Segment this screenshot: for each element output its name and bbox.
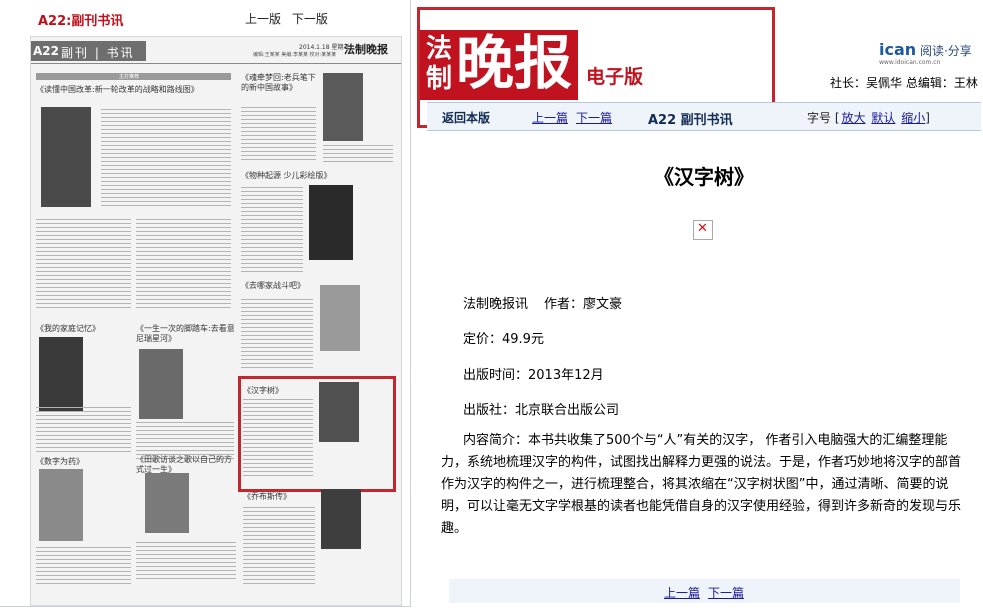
article-area-biology[interactable]: 《物种起源 少儿彩绘版》 xyxy=(241,171,351,181)
text-block xyxy=(241,299,313,369)
column-header: 主打推荐 xyxy=(119,74,140,80)
book-cover xyxy=(320,285,360,351)
text-block xyxy=(136,219,231,309)
paper-rule xyxy=(31,63,401,64)
text-block xyxy=(243,507,315,587)
article-navbar: 返回本版 上一篇 下一篇 A22 副刊书讯 字号 [放大 默认 缩小] xyxy=(427,102,981,131)
page-nav: 上一版 下一版 xyxy=(245,10,335,27)
paper-section: 副刊 | 书讯 xyxy=(61,46,135,60)
page-title: A22:副刊书讯 xyxy=(38,14,124,29)
book-cover xyxy=(139,349,183,419)
editors-line: 社长：吴佩华 总编辑：王林 xyxy=(830,76,978,90)
selected-article-highlight[interactable] xyxy=(238,376,396,492)
broken-image-icon: ✕ xyxy=(693,220,713,240)
text-block xyxy=(101,109,231,209)
article-area-jiayuan[interactable]: 《我的家庭记忆》 xyxy=(36,324,131,334)
font-shrink-link[interactable]: 缩小 xyxy=(901,111,925,125)
newspaper-thumbnail: A22 副刊 | 书讯 2014.1.18 星期五 编辑:王某某 美编:李某某 … xyxy=(30,36,402,606)
paper-date: 2014.1.18 星期五 xyxy=(299,44,350,51)
text-block xyxy=(36,407,131,452)
font-size-controls: 字号 [放大 默认 缩小] xyxy=(807,111,930,125)
next-page-link[interactable]: 下一版 xyxy=(292,12,328,26)
text-block xyxy=(36,547,131,587)
article-source-line: 法制晚报讯 作者：廖文豪 xyxy=(463,293,622,312)
back-to-page-link[interactable]: 返回本版 xyxy=(442,109,490,126)
article-area-lead[interactable]: 《读懂中国改革:新一轮改革的战略和路线图》 xyxy=(36,85,231,95)
font-default-link[interactable]: 默认 xyxy=(871,111,895,125)
paper-subline: 编辑:王某某 美编:李某某 校对:某某某 xyxy=(253,52,337,58)
text-block xyxy=(136,542,236,582)
article-area-qiao[interactable]: 《乔布斯传》 xyxy=(243,492,323,502)
bottom-navbar: 上一篇 下一篇 xyxy=(449,579,960,603)
book-cover xyxy=(145,473,189,533)
text-block xyxy=(323,145,393,165)
text-block xyxy=(241,107,316,162)
book-cover xyxy=(39,337,83,412)
book-price: 定价：49.9元 xyxy=(463,332,544,347)
font-size-label: 字号 xyxy=(807,111,832,125)
book-intro: 内容简介：本书共收集了500个与“人”有关的汉字， 作者引入电脑强大的汇编整理能… xyxy=(441,433,962,536)
bottom-next-article-link[interactable]: 下一篇 xyxy=(708,584,744,601)
ican-logo: ican 阅读·分享 www.idoican.com.cn xyxy=(879,40,972,66)
logo-edition: 电子版 xyxy=(586,66,644,88)
article-area-trip[interactable]: 《一生一次的脚踏车:去看意尼瑞星河》 xyxy=(136,324,236,344)
ican-url: www.idoican.com.cn xyxy=(879,59,941,66)
paper-masthead: A22 副刊 | 书讯 xyxy=(31,41,146,61)
article-area-canglang[interactable]: 《魂牵梦回:老兵笔下的新中国故事》 xyxy=(241,73,321,93)
logo-wanbao: 晚报 xyxy=(456,29,573,97)
article-source: 法制晚报讯 xyxy=(463,297,529,312)
ican-tagline: 阅读·分享 xyxy=(919,44,972,58)
logo-fazhi: 法制 xyxy=(426,34,453,94)
paper-page-number: A22 xyxy=(33,44,59,58)
text-block xyxy=(241,187,303,272)
book-publisher: 出版社：北京联合出版公司 xyxy=(463,403,620,418)
book-pub-date: 出版时间：2013年12月 xyxy=(463,368,604,383)
article-title: 《汉字树》 xyxy=(654,165,754,189)
paper-logo: 法制晚报 xyxy=(344,43,388,56)
next-article-link[interactable]: 下一篇 xyxy=(576,109,612,126)
prev-page-link[interactable]: 上一版 xyxy=(245,12,281,26)
bottom-prev-article-link[interactable]: 上一篇 xyxy=(664,584,700,601)
book-cover-lead xyxy=(41,107,91,207)
book-cover xyxy=(309,185,353,260)
ican-brand: ican xyxy=(879,40,917,59)
font-enlarge-link[interactable]: 放大 xyxy=(842,111,866,125)
article-author: 作者：廖文豪 xyxy=(544,297,623,312)
book-cover xyxy=(321,489,361,549)
book-cover xyxy=(323,73,363,141)
text-block xyxy=(36,219,131,309)
prev-article-link[interactable]: 上一篇 xyxy=(532,109,568,126)
newspaper-page-panel: A22:副刊书讯 上一版 下一版 A22 副刊 | 书讯 2014.1.18 星… xyxy=(0,0,411,607)
article-area-tianye[interactable]: 《田歌访谈之歌以自己的方式过一生》 xyxy=(136,455,236,475)
article-panel: 法制 晚报 电子版 ican 阅读·分享 www.idoican.com.cn … xyxy=(417,0,983,606)
newspaper-logo: 法制 晚报 xyxy=(420,30,578,100)
article-area-teeth[interactable]: 《数字为药》 xyxy=(36,457,131,467)
page-label: A22 副刊书讯 xyxy=(648,113,733,128)
book-cover xyxy=(39,469,83,541)
